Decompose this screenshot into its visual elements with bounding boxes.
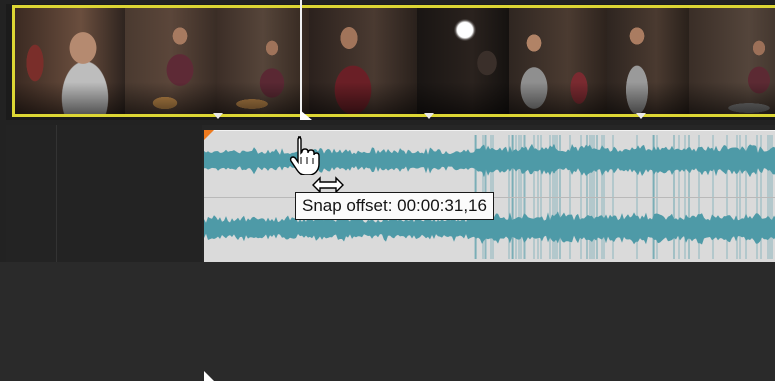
video-clip[interactable] (12, 5, 775, 117)
video-thumbnail (15, 8, 125, 114)
video-thumbnail (309, 8, 417, 114)
clip-edge-handle-icon[interactable] (300, 110, 312, 120)
fade-handle-icon[interactable] (204, 130, 214, 140)
clip-marker-triangle-icon[interactable] (213, 113, 223, 119)
clip-marker-triangle-icon[interactable] (636, 113, 646, 119)
timeline: Snap offset: 00:00:31,16 (0, 0, 775, 381)
playhead-line[interactable] (300, 0, 302, 120)
empty-track-area (6, 125, 202, 262)
video-thumbnail (607, 8, 689, 114)
video-thumbnail (509, 8, 607, 114)
snap-offset-tooltip: Snap offset: 00:00:31,16 (295, 192, 494, 220)
video-thumbnail (689, 8, 775, 114)
video-thumbnail (217, 8, 309, 114)
video-thumbnail (417, 8, 509, 114)
video-track (6, 4, 775, 120)
video-thumbnails (15, 8, 775, 114)
video-thumbnail (125, 8, 217, 114)
clip-marker-triangle-icon[interactable] (424, 113, 434, 119)
clip-corner-handle-icon[interactable] (204, 371, 214, 381)
hand-pointer-icon (289, 136, 320, 175)
